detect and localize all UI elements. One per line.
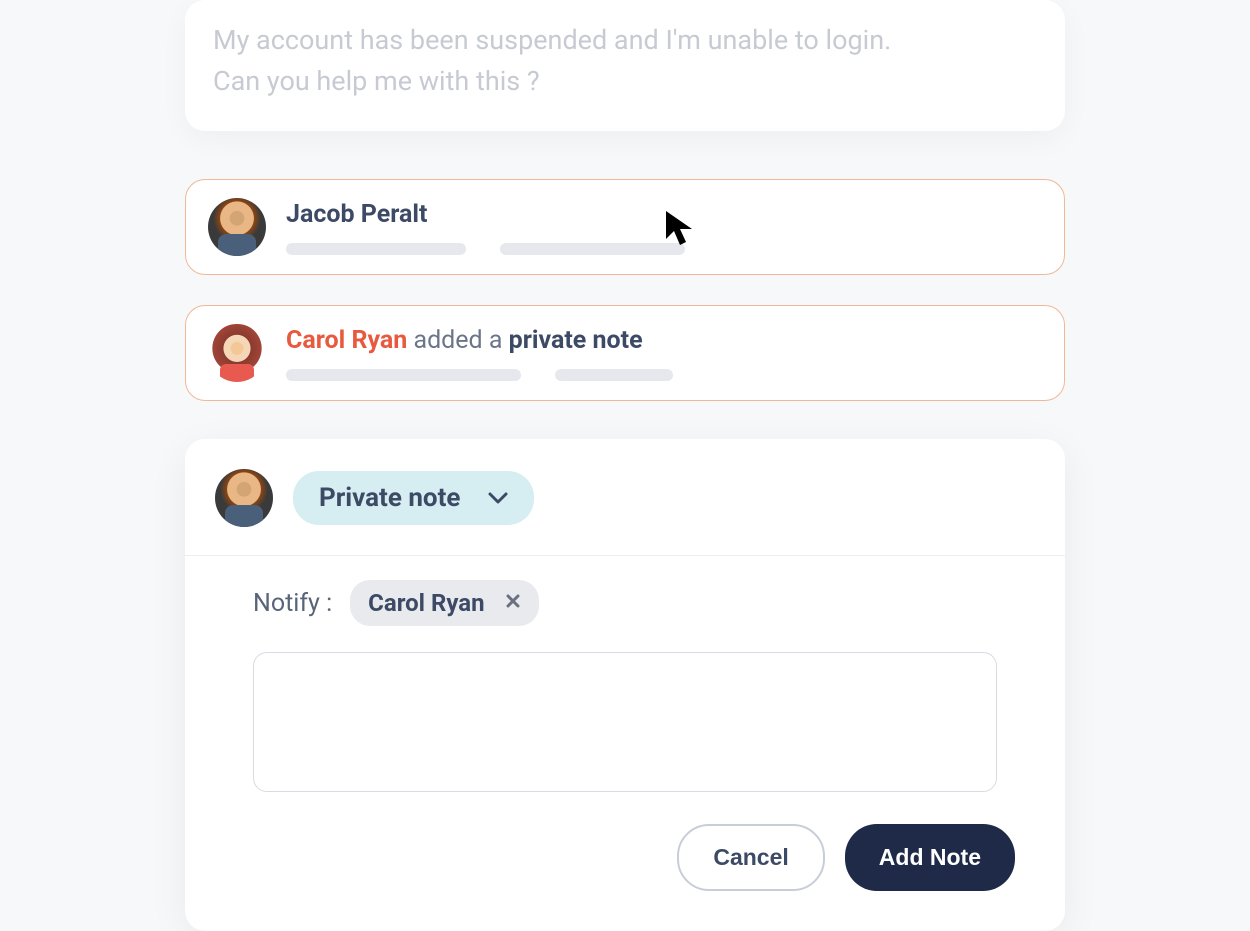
compose-note-card: Private note Notify : Carol Ryan Cancel …: [185, 439, 1065, 931]
message-line-1: My account has been suspended and I'm un…: [213, 24, 891, 56]
skeleton-placeholder: [286, 243, 1042, 255]
message-line-2: Can you help me with this ?: [213, 65, 540, 97]
notify-label: Notify :: [253, 589, 332, 618]
message-text: My account has been suspended and I'm un…: [213, 20, 1037, 101]
skeleton-bar: [286, 369, 521, 381]
chevron-down-icon: [488, 492, 508, 504]
notify-chip-name: Carol Ryan: [368, 589, 484, 617]
add-note-button[interactable]: Add Note: [845, 824, 1015, 891]
activity-note-type: private note: [509, 326, 643, 355]
avatar-current-user: [215, 469, 273, 527]
activity-event-line: Carol Ryan added a private note: [286, 326, 1042, 355]
compose-header: Private note: [185, 469, 1065, 556]
activity-content: Jacob Peralt: [286, 200, 1042, 255]
button-row: Cancel Add Note: [185, 796, 1065, 891]
activity-card-jacob[interactable]: Jacob Peralt: [185, 179, 1065, 275]
notify-chip: Carol Ryan: [350, 580, 538, 626]
activity-author-name: Jacob Peralt: [286, 200, 1042, 229]
skeleton-bar: [286, 243, 466, 255]
chip-remove-icon[interactable]: [505, 592, 521, 614]
note-type-selector[interactable]: Private note: [293, 471, 534, 525]
skeleton-bar: [500, 243, 685, 255]
activity-author: Carol Ryan: [286, 326, 407, 355]
note-type-label: Private note: [319, 483, 460, 513]
note-textarea[interactable]: [253, 652, 997, 792]
avatar-carol: [208, 324, 266, 382]
skeleton-placeholder: [286, 369, 1042, 381]
customer-message-card: My account has been suspended and I'm un…: [185, 0, 1065, 131]
cancel-button[interactable]: Cancel: [677, 824, 824, 891]
activity-content: Carol Ryan added a private note: [286, 326, 1042, 381]
activity-action: added a: [407, 326, 508, 355]
notify-row: Notify : Carol Ryan: [185, 556, 1065, 626]
avatar-jacob: [208, 198, 266, 256]
activity-card-carol[interactable]: Carol Ryan added a private note: [185, 305, 1065, 401]
skeleton-bar: [555, 369, 673, 381]
